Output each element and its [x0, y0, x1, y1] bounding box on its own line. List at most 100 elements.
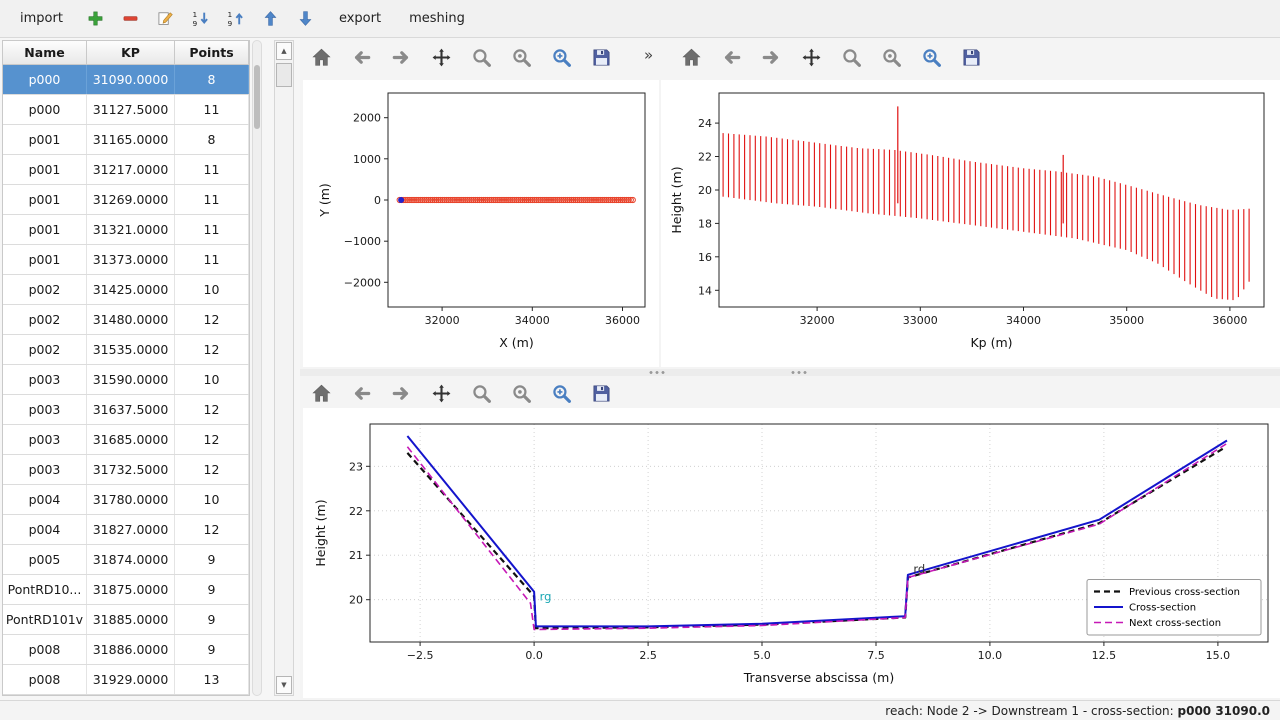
- edit-icon[interactable]: [155, 8, 177, 30]
- splitter-handle[interactable]: [790, 371, 808, 374]
- table-row[interactable]: PontRD10...31875.00009: [3, 575, 249, 605]
- svg-text:32000: 32000: [425, 314, 460, 327]
- zoom-region-icon[interactable]: [548, 380, 574, 406]
- sort-descending-icon[interactable]: 19: [225, 8, 247, 30]
- zoom-region-icon[interactable]: [548, 44, 574, 70]
- cross-section-canvas[interactable]: −2.50.02.55.07.510.012.515.020212223Tran…: [303, 408, 1280, 698]
- zoom-region-icon[interactable]: [918, 44, 944, 70]
- back-icon[interactable]: [348, 380, 374, 406]
- table-row[interactable]: p00231425.000010: [3, 275, 249, 305]
- column-header-kp[interactable]: KP: [87, 41, 175, 64]
- remove-icon[interactable]: [120, 8, 142, 30]
- svg-text:16: 16: [698, 251, 712, 264]
- cross-sections-panel: Name KP Points p00031090.00008p00031127.…: [0, 38, 300, 700]
- table-row[interactable]: p00831886.00009: [3, 635, 249, 665]
- table-cell-points: 11: [175, 245, 249, 274]
- back-icon[interactable]: [348, 44, 374, 70]
- save-icon[interactable]: [588, 380, 614, 406]
- table-row[interactable]: p00831929.000013: [3, 665, 249, 695]
- table-cell-kp: 31685.0000: [87, 425, 175, 454]
- home-icon[interactable]: [308, 380, 334, 406]
- table-row[interactable]: p00231535.000012: [3, 335, 249, 365]
- import-button[interactable]: import: [10, 6, 73, 31]
- table-row[interactable]: PontRD101v31885.00009: [3, 605, 249, 635]
- table-row[interactable]: p00431827.000012: [3, 515, 249, 545]
- table-row[interactable]: p00131269.000011: [3, 185, 249, 215]
- table-cell-kp: 31886.0000: [87, 635, 175, 664]
- add-icon[interactable]: [85, 8, 107, 30]
- table-cell-kp: 31637.5000: [87, 395, 175, 424]
- export-button[interactable]: export: [329, 6, 391, 31]
- table-cell-name: p001: [3, 245, 87, 274]
- svg-text:2000: 2000: [353, 112, 381, 125]
- meshing-button[interactable]: meshing: [399, 6, 475, 31]
- horizontal-splitter[interactable]: [300, 369, 1280, 376]
- save-icon[interactable]: [588, 44, 614, 70]
- cross_section-plot[interactable]: −2.50.02.55.07.510.012.515.020212223Tran…: [303, 408, 1280, 698]
- table-scrollbar-thumb[interactable]: [254, 65, 260, 129]
- home-icon[interactable]: [678, 44, 704, 70]
- panel-scrollbar[interactable]: ▲ ▼: [274, 40, 294, 696]
- table-row[interactable]: p00131373.000011: [3, 245, 249, 275]
- table-row[interactable]: p00331637.500012: [3, 395, 249, 425]
- back-icon[interactable]: [718, 44, 744, 70]
- plan_view-plot[interactable]: 320003400036000−2000−1000010002000X (m)Y…: [303, 80, 659, 367]
- scroll-down-button[interactable]: ▼: [276, 676, 292, 694]
- table-cell-points: 12: [175, 305, 249, 334]
- svg-text:12.5: 12.5: [1092, 649, 1117, 662]
- toolbar-overflow-button[interactable]: »: [644, 46, 653, 64]
- table-row[interactable]: p00331590.000010: [3, 365, 249, 395]
- column-header-points[interactable]: Points: [175, 41, 249, 64]
- pan-icon[interactable]: [428, 380, 454, 406]
- table-body: p00031090.00008p00031127.500011p00131165…: [3, 65, 249, 695]
- table-row[interactable]: p00431780.000010: [3, 485, 249, 515]
- table-row[interactable]: p00131217.000011: [3, 155, 249, 185]
- table-row[interactable]: p00331732.500012: [3, 455, 249, 485]
- table-cell-name: p002: [3, 335, 87, 364]
- longitudinal-profile-canvas[interactable]: 3200033000340003500036000141618202224Kp …: [661, 80, 1280, 367]
- inspect-icon[interactable]: [508, 380, 534, 406]
- longitudinal_profile-plot[interactable]: 3200033000340003500036000141618202224Kp …: [661, 80, 1280, 367]
- table-row[interactable]: p00031090.00008: [3, 65, 249, 95]
- save-icon[interactable]: [958, 44, 984, 70]
- zoom-icon[interactable]: [468, 380, 494, 406]
- table-cell-points: 8: [175, 65, 249, 94]
- plots-area: » 320003400036000−2000−1000010002000X (m…: [300, 38, 1280, 700]
- table-cell-points: 11: [175, 215, 249, 244]
- table-row[interactable]: p00331685.000012: [3, 425, 249, 455]
- splitter-handle[interactable]: [648, 371, 666, 374]
- panel-scrollbar-thumb[interactable]: [276, 63, 292, 87]
- table-cell-name: p001: [3, 185, 87, 214]
- forward-icon[interactable]: [388, 44, 414, 70]
- svg-text:15.0: 15.0: [1206, 649, 1231, 662]
- column-header-name[interactable]: Name: [3, 41, 87, 64]
- table-row[interactable]: p00131321.000011: [3, 215, 249, 245]
- table-row[interactable]: p00531874.00009: [3, 545, 249, 575]
- table-cell-name: p001: [3, 155, 87, 184]
- svg-text:5.0: 5.0: [753, 649, 771, 662]
- forward-icon[interactable]: [388, 380, 414, 406]
- zoom-icon[interactable]: [838, 44, 864, 70]
- table-row[interactable]: p00131165.00008: [3, 125, 249, 155]
- scroll-up-button[interactable]: ▲: [276, 42, 292, 60]
- inspect-icon[interactable]: [878, 44, 904, 70]
- move-down-icon[interactable]: [295, 8, 317, 30]
- pan-icon[interactable]: [428, 44, 454, 70]
- move-up-icon[interactable]: [260, 8, 282, 30]
- forward-icon[interactable]: [758, 44, 784, 70]
- plan-view-canvas[interactable]: 320003400036000−2000−1000010002000X (m)Y…: [303, 80, 659, 367]
- table-scrollbar[interactable]: [252, 40, 262, 696]
- table-cell-name: p000: [3, 65, 87, 94]
- svg-text:34000: 34000: [515, 314, 550, 327]
- svg-text:rg: rg: [540, 590, 552, 604]
- svg-text:21: 21: [349, 549, 363, 562]
- table-row[interactable]: p00031127.500011: [3, 95, 249, 125]
- pan-icon[interactable]: [798, 44, 824, 70]
- zoom-icon[interactable]: [468, 44, 494, 70]
- table-row[interactable]: p00231480.000012: [3, 305, 249, 335]
- sort-ascending-icon[interactable]: 19: [190, 8, 212, 30]
- table-cell-kp: 31535.0000: [87, 335, 175, 364]
- table-cell-name: p002: [3, 275, 87, 304]
- home-icon[interactable]: [308, 44, 334, 70]
- inspect-icon[interactable]: [508, 44, 534, 70]
